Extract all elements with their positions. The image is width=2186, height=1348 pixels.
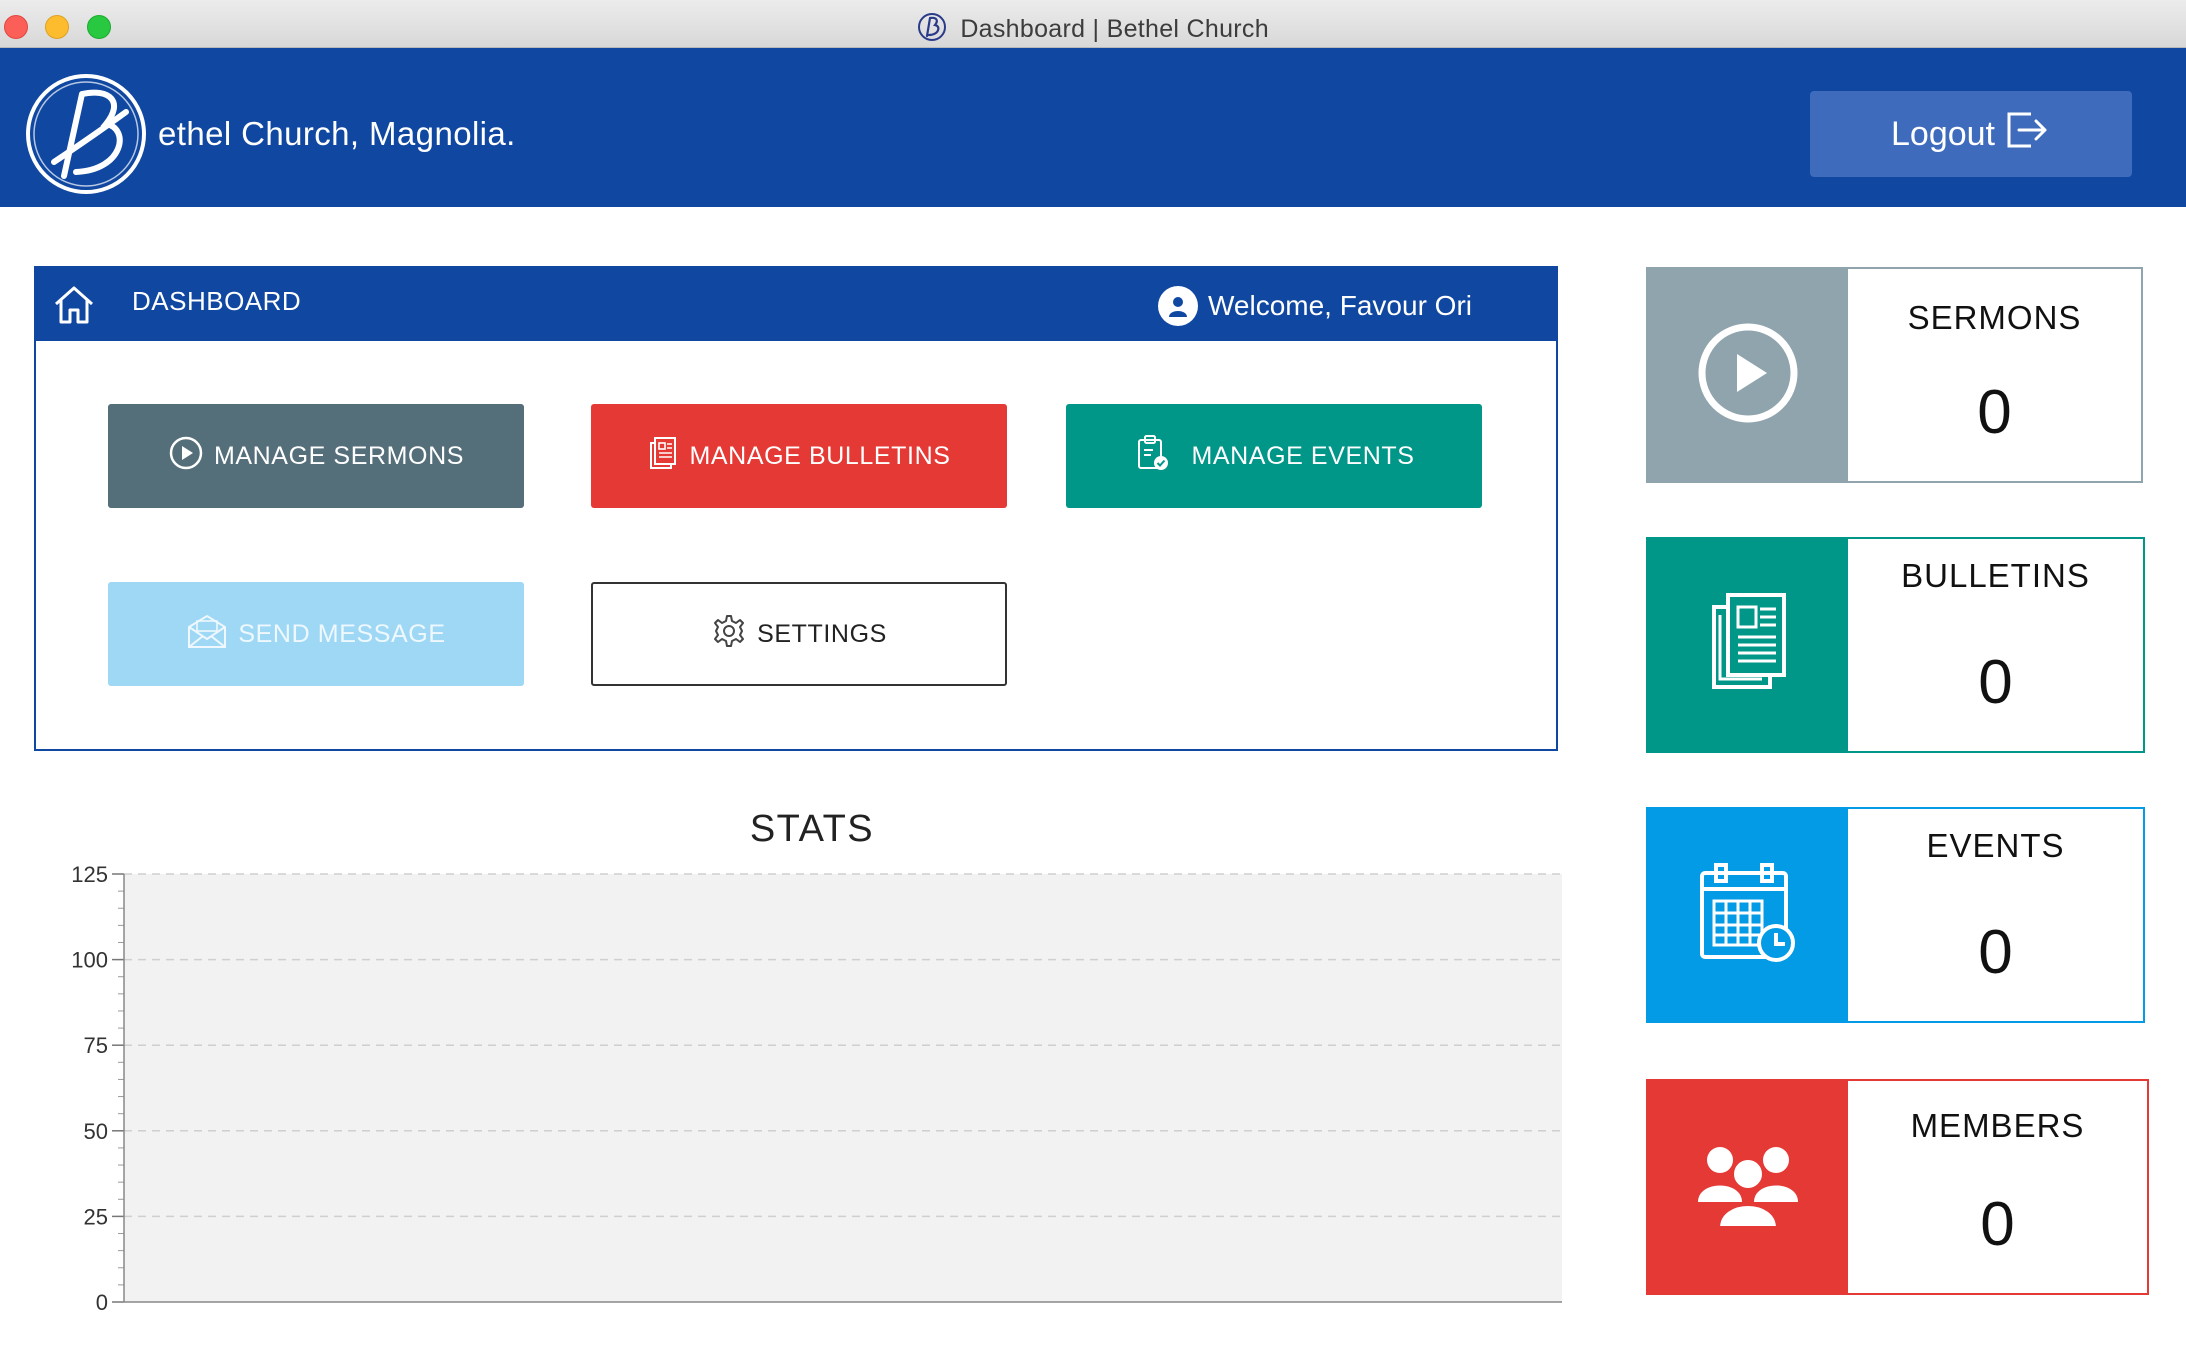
window-title-wrap: Dashboard | Bethel Church (0, 12, 2186, 49)
welcome-text: Welcome, Favour Ori (1208, 290, 1472, 321)
logout-button[interactable]: Logout (1810, 91, 2132, 177)
settings-button[interactable]: SETTINGS (591, 582, 1007, 686)
newspaper-icon (647, 435, 679, 478)
gear-icon (711, 613, 747, 656)
stats-chart: 0 25 50 75 100 125 (71, 862, 1562, 1315)
home-icon (52, 282, 96, 331)
y-tick-label: 0 (96, 1290, 108, 1315)
events-icon-box (1648, 809, 1848, 1021)
dashboard-title: DASHBOARD (132, 286, 302, 316)
brand-logo-icon (24, 72, 148, 196)
manage-events-button[interactable]: MANAGE EVENTS (1066, 404, 1482, 508)
play-circle-icon (1696, 321, 1800, 430)
calendar-clock-icon (1696, 862, 1800, 968)
manage-bulletins-button[interactable]: MANAGE BULLETINS (591, 404, 1007, 508)
members-icon-box (1648, 1081, 1848, 1293)
members-stat-card[interactable]: MEMBERS 0 (1646, 1079, 2149, 1295)
send-message-button[interactable]: SEND MESSAGE (108, 582, 524, 686)
clipboard-check-icon (1133, 433, 1173, 480)
bulletins-stat-card[interactable]: BULLETINS 0 (1646, 537, 2145, 753)
dashboard-panel-header: DASHBOARD Welcome, Favour Ori (36, 268, 1556, 341)
sermons-icon-box (1648, 269, 1848, 481)
y-tick-label: 75 (84, 1033, 108, 1058)
manage-sermons-button[interactable]: MANAGE SERMONS (108, 404, 524, 508)
logout-icon (2005, 110, 2051, 159)
members-stat-label: MEMBERS (1910, 1107, 2085, 1144)
chart-title: STATS (749, 808, 875, 850)
events-stat-card[interactable]: EVENTS 0 (1646, 807, 2145, 1023)
play-circle-icon (168, 435, 204, 478)
manage-sermons-label: MANAGE SERMONS (213, 441, 465, 470)
manage-events-label: MANAGE EVENTS (1191, 441, 1415, 470)
dashboard-panel: DASHBOARD Welcome, Favour Ori MANAGE SER… (34, 266, 1558, 751)
window-titlebar: Dashboard | Bethel Church (0, 0, 2186, 48)
plot-area (124, 874, 1562, 1302)
settings-label: SETTINGS (757, 619, 887, 648)
brand-name: ethel Church, Magnolia. (158, 115, 516, 152)
window-title: Dashboard | Bethel Church (960, 15, 1269, 43)
sermons-stat-label: SERMONS (1907, 299, 2082, 336)
welcome-message: Welcome, Favour Ori (1158, 286, 1472, 326)
y-tick-label: 125 (71, 862, 108, 887)
bulletins-stat-label: BULLETINS (1901, 557, 2090, 594)
manage-bulletins-label: MANAGE BULLETINS (689, 441, 951, 470)
members-stat-value: 0 (1980, 1190, 2015, 1259)
app-header: ethel Church, Magnolia. Logout (0, 48, 2186, 207)
sermons-stat-card[interactable]: SERMONS 0 (1646, 267, 2143, 483)
logout-label: Logout (1891, 114, 1995, 153)
users-icon (1696, 1140, 1800, 1235)
send-message-label: SEND MESSAGE (238, 619, 446, 648)
envelope-icon (186, 612, 228, 657)
user-avatar-icon (1158, 286, 1198, 326)
app-logo-icon (917, 12, 947, 49)
bulletins-stat-value: 0 (1978, 648, 2013, 717)
y-tick-label: 50 (84, 1119, 108, 1144)
events-stat-value: 0 (1978, 918, 2013, 987)
y-tick-label: 25 (84, 1204, 108, 1229)
newspaper-icon (1706, 591, 1790, 700)
events-stat-label: EVENTS (1926, 827, 2065, 864)
sermons-stat-value: 0 (1977, 378, 2012, 447)
y-tick-label: 100 (71, 948, 108, 973)
bulletins-icon-box (1648, 539, 1848, 751)
